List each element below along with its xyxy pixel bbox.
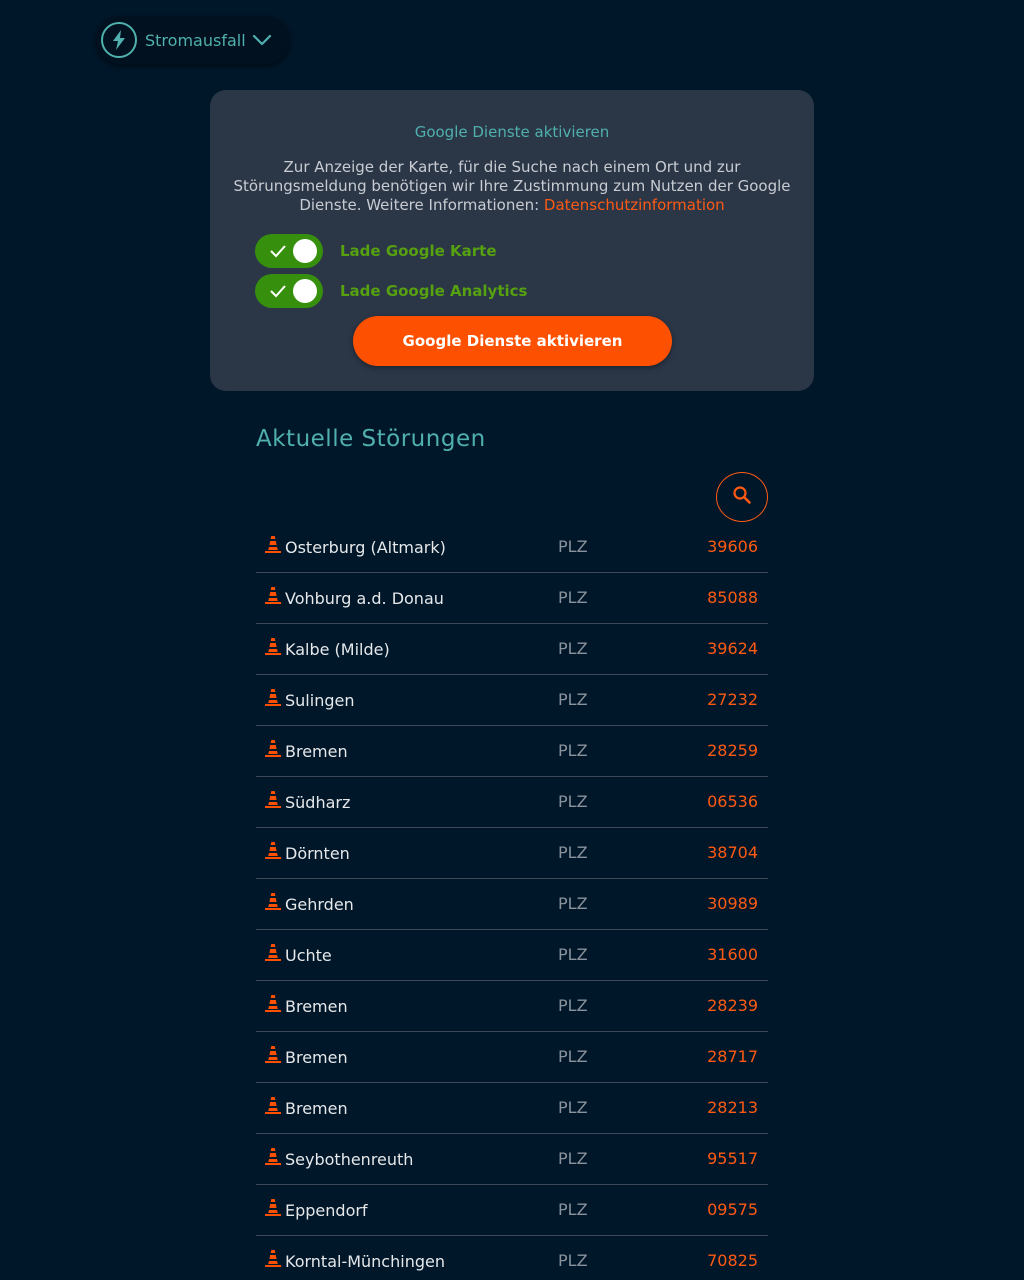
outage-list-item[interactable]: Bremen PLZ 28239: [256, 981, 768, 1032]
plz-label: PLZ: [558, 1149, 588, 1168]
outage-list-item[interactable]: Eppendorf PLZ 09575: [256, 1185, 768, 1236]
place-name: Eppendorf: [285, 1201, 368, 1220]
traffic-cone-icon: [265, 587, 281, 608]
google-analytics-toggle-label: Lade Google Analytics: [340, 282, 528, 300]
plz-value: 30989: [707, 894, 758, 913]
traffic-cone-icon: [265, 1199, 281, 1220]
place-name: Osterburg (Altmark): [285, 538, 446, 557]
outage-list-item[interactable]: Seybothenreuth PLZ 95517: [256, 1134, 768, 1185]
consent-text: Zur Anzeige der Karte, für die Suche nac…: [232, 158, 792, 215]
plz-label: PLZ: [558, 1251, 588, 1270]
plz-label: PLZ: [558, 1098, 588, 1117]
plz-value: 28259: [707, 741, 758, 760]
plz-label: PLZ: [558, 996, 588, 1015]
plz-value: 39624: [707, 639, 758, 658]
plz-label: PLZ: [558, 537, 588, 556]
plz-label: PLZ: [558, 588, 588, 607]
outage-list-item[interactable]: Korntal-Münchingen PLZ 70825: [256, 1236, 768, 1280]
traffic-cone-icon: [265, 1250, 281, 1271]
place-name: Uchte: [285, 946, 332, 965]
section-title: Aktuelle Störungen: [256, 426, 486, 452]
traffic-cone-icon: [265, 638, 281, 659]
plz-value: 06536: [707, 792, 758, 811]
google-map-toggle[interactable]: [255, 234, 323, 268]
outage-list-item[interactable]: Uchte PLZ 31600: [256, 930, 768, 981]
traffic-cone-icon: [265, 536, 281, 557]
plz-label: PLZ: [558, 690, 588, 709]
checkmark-icon: [269, 243, 287, 262]
outage-list-item[interactable]: Bremen PLZ 28717: [256, 1032, 768, 1083]
search-icon: [732, 485, 752, 509]
place-name: Korntal-Münchingen: [285, 1252, 445, 1271]
toggle-knob: [293, 279, 317, 303]
place-name: Kalbe (Milde): [285, 640, 390, 659]
traffic-cone-icon: [265, 1046, 281, 1067]
checkmark-icon: [269, 283, 287, 302]
traffic-cone-icon: [265, 842, 281, 863]
category-dropdown[interactable]: Stromausfall: [96, 16, 290, 64]
plz-value: 28717: [707, 1047, 758, 1066]
toggle-knob: [293, 239, 317, 263]
outage-list-item[interactable]: Bremen PLZ 28259: [256, 726, 768, 777]
traffic-cone-icon: [265, 689, 281, 710]
google-map-toggle-label: Lade Google Karte: [340, 242, 497, 260]
chevron-down-icon: [252, 34, 272, 46]
google-analytics-toggle[interactable]: [255, 274, 323, 308]
plz-value: 27232: [707, 690, 758, 709]
plz-label: PLZ: [558, 1047, 588, 1066]
lightning-bolt-icon: [101, 22, 137, 58]
privacy-info-link[interactable]: Datenschutzinformation: [544, 196, 725, 214]
outage-list-item[interactable]: Vohburg a.d. Donau PLZ 85088: [256, 573, 768, 624]
outage-list-item[interactable]: Kalbe (Milde) PLZ 39624: [256, 624, 768, 675]
plz-value: 70825: [707, 1251, 758, 1270]
plz-value: 28213: [707, 1098, 758, 1117]
activate-google-services-button[interactable]: Google Dienste aktivieren: [353, 316, 672, 366]
plz-label: PLZ: [558, 792, 588, 811]
place-name: Dörnten: [285, 844, 350, 863]
outage-list-item[interactable]: Osterburg (Altmark) PLZ 39606: [256, 522, 768, 573]
search-button[interactable]: [716, 472, 768, 522]
place-name: Sulingen: [285, 691, 355, 710]
traffic-cone-icon: [265, 1148, 281, 1169]
plz-label: PLZ: [558, 945, 588, 964]
plz-label: PLZ: [558, 894, 588, 913]
traffic-cone-icon: [265, 740, 281, 761]
plz-value: 85088: [707, 588, 758, 607]
plz-label: PLZ: [558, 1200, 588, 1219]
traffic-cone-icon: [265, 791, 281, 812]
traffic-cone-icon: [265, 1097, 281, 1118]
place-name: Bremen: [285, 997, 348, 1016]
place-name: Bremen: [285, 1048, 348, 1067]
plz-value: 28239: [707, 996, 758, 1015]
traffic-cone-icon: [265, 893, 281, 914]
category-label: Stromausfall: [145, 30, 246, 50]
place-name: Südharz: [285, 793, 351, 812]
place-name: Gehrden: [285, 895, 354, 914]
outage-list: Osterburg (Altmark) PLZ 39606 Vohburg a.…: [256, 522, 768, 1280]
place-name: Bremen: [285, 742, 348, 761]
outage-list-item[interactable]: Südharz PLZ 06536: [256, 777, 768, 828]
place-name: Vohburg a.d. Donau: [285, 589, 444, 608]
plz-value: 39606: [707, 537, 758, 556]
outage-list-item[interactable]: Bremen PLZ 28213: [256, 1083, 768, 1134]
consent-title: Google Dienste aktivieren: [414, 123, 610, 141]
place-name: Seybothenreuth: [285, 1150, 414, 1169]
plz-label: PLZ: [558, 639, 588, 658]
traffic-cone-icon: [265, 995, 281, 1016]
plz-value: 95517: [707, 1149, 758, 1168]
plz-label: PLZ: [558, 741, 588, 760]
plz-value: 31600: [707, 945, 758, 964]
toggle-row-google-analytics: Lade Google Analytics: [255, 274, 527, 308]
plz-value: 09575: [707, 1200, 758, 1219]
outage-list-item[interactable]: Gehrden PLZ 30989: [256, 879, 768, 930]
toggle-row-google-map: Lade Google Karte: [255, 234, 497, 268]
place-name: Bremen: [285, 1099, 348, 1118]
plz-label: PLZ: [558, 843, 588, 862]
outage-list-item[interactable]: Sulingen PLZ 27232: [256, 675, 768, 726]
plz-value: 38704: [707, 843, 758, 862]
traffic-cone-icon: [265, 944, 281, 965]
outage-list-item[interactable]: Dörnten PLZ 38704: [256, 828, 768, 879]
google-consent-card: Google Dienste aktivieren Zur Anzeige de…: [210, 90, 814, 391]
